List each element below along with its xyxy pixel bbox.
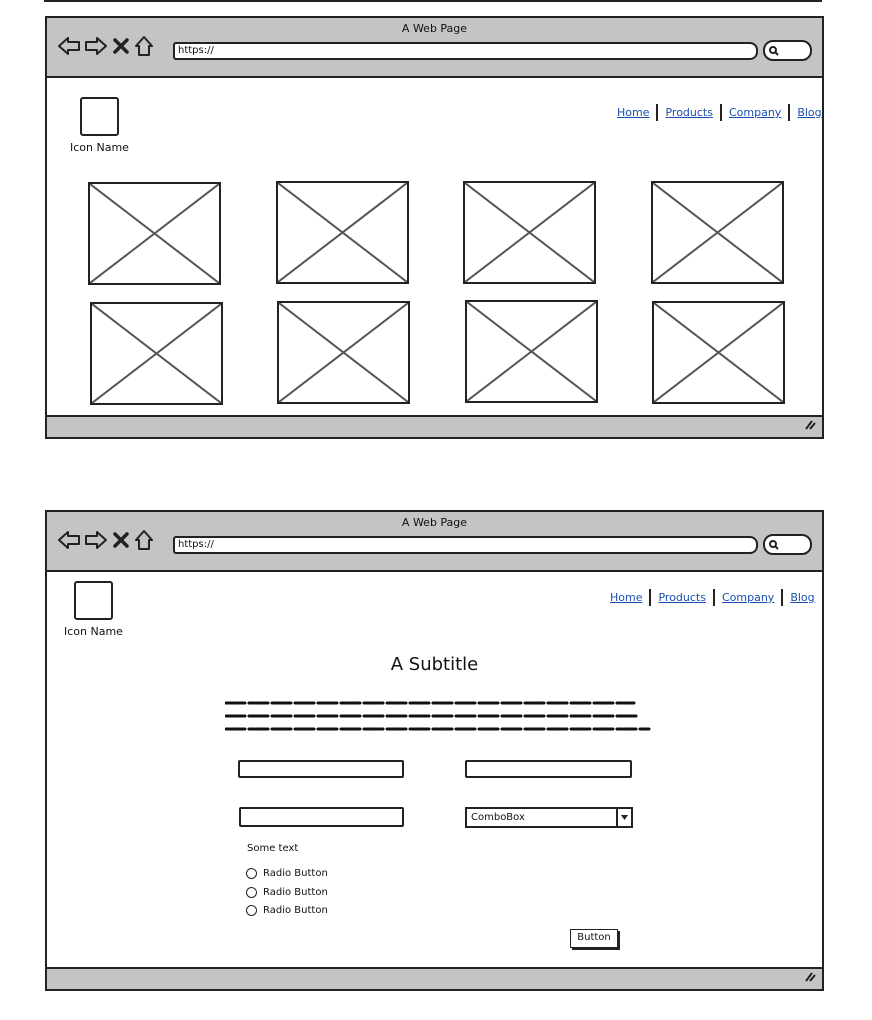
dropdown-arrow-icon[interactable] bbox=[616, 809, 631, 826]
window-title: A Web Page bbox=[401, 22, 468, 35]
forward-arrow-icon[interactable] bbox=[84, 530, 108, 550]
some-text-label: Some text bbox=[247, 843, 299, 854]
image-placeholder bbox=[90, 302, 223, 405]
scribbled-paragraph bbox=[225, 701, 651, 731]
text-input-3[interactable] bbox=[239, 807, 404, 827]
radio-label: Radio Button bbox=[263, 887, 328, 898]
combobox-value: ComboBox bbox=[471, 812, 525, 823]
close-x-icon[interactable] bbox=[111, 36, 131, 56]
nav-separator bbox=[788, 104, 791, 121]
site-logo-block[interactable]: Icon Name bbox=[70, 97, 129, 154]
browser-statusbar bbox=[47, 967, 822, 989]
browser-window-form: A Web Page https:// Icon Name Home Produ… bbox=[45, 510, 824, 991]
page-subtitle: A Subtitle bbox=[390, 654, 479, 675]
forward-arrow-icon[interactable] bbox=[84, 36, 108, 56]
nav-separator bbox=[712, 589, 715, 606]
nav-link-home[interactable]: Home bbox=[617, 106, 649, 119]
browser-nav-icons bbox=[57, 35, 154, 57]
nav-link-company[interactable]: Company bbox=[722, 591, 774, 604]
resize-grip-icon[interactable] bbox=[804, 415, 816, 434]
site-logo-block[interactable]: Icon Name bbox=[64, 581, 123, 638]
home-icon[interactable] bbox=[134, 35, 154, 57]
nav-link-company[interactable]: Company bbox=[729, 106, 781, 119]
close-x-icon[interactable] bbox=[111, 530, 131, 550]
nav-separator bbox=[656, 104, 659, 121]
radio-label: Radio Button bbox=[263, 905, 328, 916]
logo-icon bbox=[79, 97, 119, 136]
resize-grip-icon[interactable] bbox=[804, 967, 816, 986]
radio-option-3[interactable]: Radio Button bbox=[246, 905, 328, 916]
radio-option-2[interactable]: Radio Button bbox=[246, 887, 328, 898]
submit-button[interactable]: Button bbox=[570, 929, 618, 948]
icon-name-label: Icon Name bbox=[64, 625, 123, 638]
image-placeholder bbox=[463, 181, 596, 284]
browser-statusbar bbox=[47, 415, 822, 437]
back-arrow-icon[interactable] bbox=[57, 530, 81, 550]
text-input-2[interactable] bbox=[465, 760, 632, 778]
back-arrow-icon[interactable] bbox=[57, 36, 81, 56]
nav-separator bbox=[781, 589, 784, 606]
radio-circle-icon bbox=[246, 868, 257, 879]
nav-link-blog[interactable]: Blog bbox=[790, 591, 814, 604]
image-placeholder bbox=[277, 301, 410, 404]
url-input[interactable]: https:// bbox=[173, 42, 758, 60]
browser-titlebar: A Web Page https:// bbox=[47, 512, 822, 572]
image-placeholder bbox=[651, 181, 784, 284]
top-navigation: Home Products Company Blog bbox=[617, 104, 822, 121]
home-icon[interactable] bbox=[134, 529, 154, 551]
logo-icon bbox=[73, 581, 113, 620]
browser-titlebar: A Web Page https:// bbox=[47, 18, 822, 78]
nav-separator bbox=[719, 104, 722, 121]
browser-search-box[interactable] bbox=[763, 534, 812, 555]
nav-separator bbox=[649, 589, 652, 606]
browser-nav-icons bbox=[57, 529, 154, 551]
nav-link-products[interactable]: Products bbox=[665, 106, 713, 119]
browser-search-box[interactable] bbox=[763, 40, 812, 61]
image-placeholder bbox=[465, 300, 598, 403]
text-input-1[interactable] bbox=[238, 760, 404, 778]
browser-window-home: A Web Page https:// Icon Name Home Produ… bbox=[45, 16, 824, 439]
top-navigation: Home Products Company Blog bbox=[610, 589, 815, 606]
window-title: A Web Page bbox=[401, 516, 468, 529]
image-placeholder bbox=[88, 182, 221, 285]
nav-link-home[interactable]: Home bbox=[610, 591, 642, 604]
nav-link-products[interactable]: Products bbox=[658, 591, 706, 604]
radio-option-1[interactable]: Radio Button bbox=[246, 868, 328, 879]
radio-label: Radio Button bbox=[263, 868, 328, 879]
radio-circle-icon bbox=[246, 905, 257, 916]
nav-link-blog[interactable]: Blog bbox=[797, 106, 821, 119]
image-placeholder bbox=[276, 181, 409, 284]
top-divider-line bbox=[44, 0, 822, 2]
radio-circle-icon bbox=[246, 887, 257, 898]
combobox[interactable]: ComboBox bbox=[465, 807, 633, 828]
icon-name-label: Icon Name bbox=[70, 141, 129, 154]
image-placeholder bbox=[652, 301, 785, 404]
url-input[interactable]: https:// bbox=[173, 536, 758, 554]
